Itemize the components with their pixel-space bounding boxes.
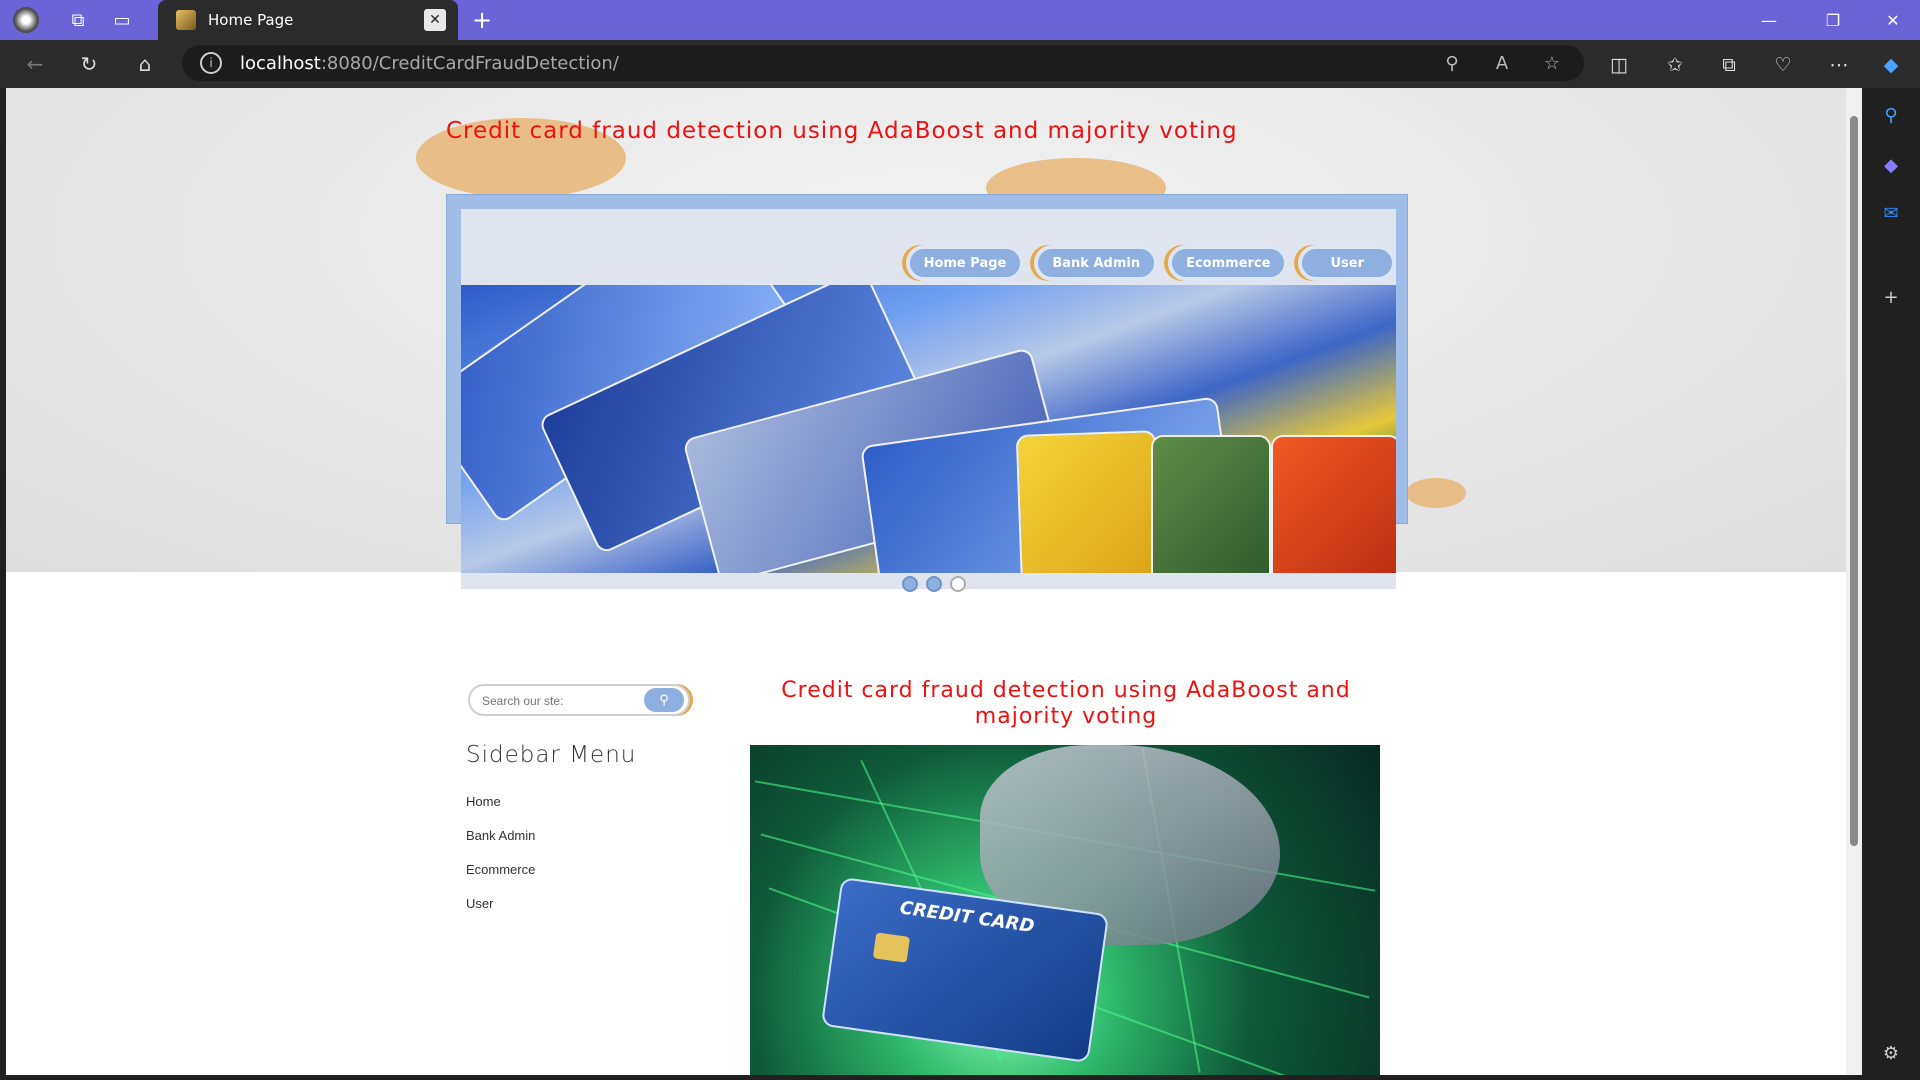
- browser-titlebar: ⧉ ▭ Home Page ✕ + — ❐ ✕: [0, 0, 1920, 40]
- outlook-icon[interactable]: ✉: [1878, 200, 1904, 226]
- search-box: ⚲: [468, 684, 690, 716]
- url-host: localhost: [240, 52, 321, 74]
- slider-dot-3[interactable]: [950, 576, 966, 592]
- site-info-icon[interactable]: i: [200, 52, 222, 74]
- top-navigation: Home Page Bank Admin Ecommerce User: [896, 245, 1396, 281]
- more-menu-icon[interactable]: ⋯: [1824, 50, 1854, 80]
- tab-actions-icon[interactable]: ▭: [108, 6, 136, 34]
- slider-dot-2[interactable]: [926, 576, 942, 592]
- add-sidebar-icon[interactable]: +: [1878, 284, 1904, 310]
- fraud-illustration-image: CREDIT CARD: [750, 745, 1380, 1075]
- url-path: :8080/CreditCardFraudDetection/: [320, 52, 619, 74]
- back-icon[interactable]: ←: [20, 50, 50, 78]
- tab-title: Home Page: [208, 11, 294, 29]
- card-shape: [1151, 435, 1271, 573]
- new-tab-icon[interactable]: +: [468, 6, 496, 34]
- nav-ecommerce[interactable]: Ecommerce: [1168, 245, 1289, 281]
- search-icon: ⚲: [659, 692, 669, 708]
- paint-splat: [1406, 478, 1466, 508]
- header-inner: Home Page Bank Admin Ecommerce User: [461, 209, 1396, 589]
- search-icon[interactable]: ⚲: [1878, 102, 1904, 128]
- home-icon[interactable]: ⌂: [130, 50, 160, 78]
- performance-icon[interactable]: ♡: [1768, 50, 1798, 80]
- nav-bank-admin[interactable]: Bank Admin: [1034, 245, 1159, 281]
- browser-toolbar: ← ↻ ⌂ i localhost:8080/CreditCardFraudDe…: [0, 40, 1920, 88]
- edge-sidebar: ⚲ ◆ ✉ + ⚙: [1862, 88, 1920, 1080]
- zoom-icon[interactable]: ⚲: [1440, 51, 1464, 75]
- header-frame: Home Page Bank Admin Ecommerce User: [446, 194, 1408, 589]
- hero-section: Credit card fraud detection using AdaBoo…: [6, 88, 1846, 589]
- credit-cards-banner-image: [461, 285, 1396, 573]
- card-shape: [1271, 435, 1396, 573]
- nav-home-page[interactable]: Home Page: [905, 245, 1025, 281]
- restore-icon[interactable]: ❐: [1810, 0, 1856, 40]
- collections-icon[interactable]: ⧉: [1714, 50, 1744, 80]
- sidebar-item-home[interactable]: Home: [466, 794, 501, 809]
- card-label: CREDIT CARD: [898, 897, 1036, 938]
- profile-avatar-icon[interactable]: [12, 6, 40, 34]
- address-bar[interactable]: i localhost:8080/CreditCardFraudDetectio…: [182, 45, 1584, 81]
- main-content-title: Credit card fraud detection using AdaBoo…: [781, 678, 1351, 729]
- site-title: Credit card fraud detection using AdaBoo…: [446, 118, 1238, 144]
- read-aloud-icon[interactable]: A: [1490, 51, 1514, 75]
- tab-favicon-icon: [176, 10, 196, 30]
- split-screen-icon[interactable]: ◫: [1604, 50, 1634, 80]
- scrollbar-thumb[interactable]: [1850, 116, 1858, 846]
- copilot-sidebar-icon[interactable]: ◆: [1878, 152, 1904, 178]
- tab-close-icon[interactable]: ✕: [424, 9, 446, 31]
- sidebar-title: Sidebar Menu: [466, 742, 637, 768]
- minimize-icon[interactable]: —: [1746, 0, 1792, 40]
- search-input[interactable]: [482, 692, 632, 710]
- workspaces-icon[interactable]: ⧉: [64, 6, 92, 34]
- settings-gear-icon[interactable]: ⚙: [1878, 1040, 1904, 1066]
- card-shape: [1015, 430, 1161, 573]
- sidebar-item-user[interactable]: User: [466, 896, 493, 911]
- page-viewport: Credit card fraud detection using AdaBoo…: [6, 88, 1846, 1075]
- sidebar-item-ecommerce[interactable]: Ecommerce: [466, 862, 535, 877]
- slider-pagination: [902, 576, 974, 592]
- copilot-icon[interactable]: ◆: [1876, 50, 1906, 80]
- nav-user[interactable]: User: [1298, 245, 1396, 281]
- close-window-icon[interactable]: ✕: [1870, 0, 1916, 40]
- favorite-star-icon[interactable]: ☆: [1540, 51, 1564, 75]
- sidebar-item-bank-admin[interactable]: Bank Admin: [466, 828, 535, 843]
- card-chip: [872, 932, 911, 963]
- page-scrollbar[interactable]: [1846, 88, 1862, 1075]
- refresh-icon[interactable]: ↻: [74, 50, 104, 78]
- search-button[interactable]: ⚲: [644, 688, 684, 712]
- browser-tab-active[interactable]: Home Page ✕: [158, 0, 458, 40]
- favorites-icon[interactable]: ✩: [1660, 50, 1690, 80]
- slider-dot-1[interactable]: [902, 576, 918, 592]
